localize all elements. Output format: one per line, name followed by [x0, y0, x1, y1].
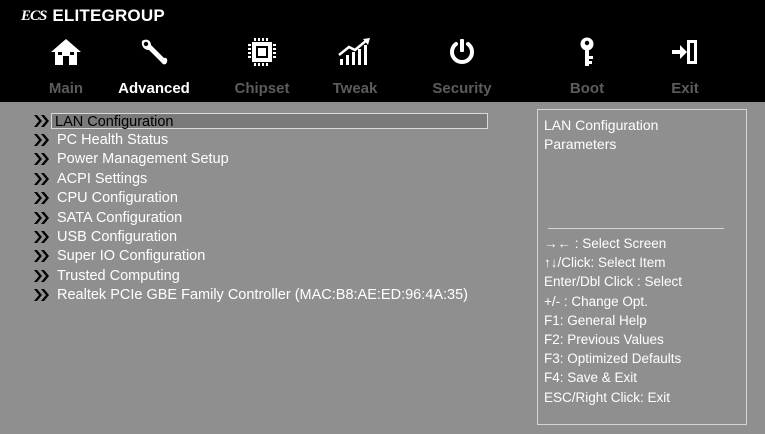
key-hint: ESC/Right Click: Exit: [544, 389, 671, 405]
double-chevron-icon: [33, 114, 53, 128]
double-chevron-icon: [33, 172, 53, 186]
tab-label: Boot: [569, 80, 605, 97]
key-hint: F2: Previous Values: [544, 332, 664, 348]
menu-item-label: Super IO Configuration: [57, 248, 206, 265]
double-chevron-icon: [33, 133, 53, 147]
double-chevron-icon: [33, 230, 53, 244]
tab-label: Main: [48, 80, 84, 97]
power-icon: [440, 32, 484, 72]
menu-item-pc-health-status[interactable]: PC Health Status: [33, 130, 513, 149]
menu-item-label: Realtek PCIe GBE Family Controller (MAC:…: [57, 287, 468, 304]
menu-item-super-io-configuration[interactable]: Super IO Configuration: [33, 247, 513, 266]
help-panel: LAN Configuration Parameters →← : Select…: [537, 109, 747, 425]
brand-name: ELITEGROUP: [52, 6, 165, 25]
menu-list: LAN Configuration PC Health Status Power…: [33, 111, 513, 305]
menu-item-sata-configuration[interactable]: SATA Configuration: [33, 208, 513, 227]
menu-item-label: Power Management Setup: [57, 151, 229, 168]
menu-item-trusted-computing[interactable]: Trusted Computing: [33, 266, 513, 285]
chip-icon: [240, 32, 284, 72]
tab-main[interactable]: Main: [28, 28, 104, 98]
double-chevron-icon: [33, 191, 53, 205]
tab-label: Chipset: [234, 80, 290, 97]
exit-icon: [663, 32, 707, 72]
menu-item-lan-configuration[interactable]: LAN Configuration: [33, 111, 513, 130]
help-description: LAN Configuration Parameters: [544, 117, 659, 152]
tab-boot[interactable]: Boot: [549, 28, 625, 98]
key-hint: F1: General Help: [544, 312, 647, 328]
key-hint: Enter/Dbl Click : Select: [544, 274, 683, 290]
menu-item-cpu-configuration[interactable]: CPU Configuration: [33, 189, 513, 208]
double-chevron-icon: [33, 249, 53, 263]
menu-item-label: Trusted Computing: [57, 267, 180, 284]
menu-item-label: SATA Configuration: [57, 209, 183, 226]
tab-security[interactable]: Security: [424, 28, 500, 98]
key-hint: +/- : Change Opt.: [544, 293, 648, 309]
key-hint: ↑↓/Click: Select Item: [544, 255, 666, 271]
menu-item-label: CPU Configuration: [57, 190, 178, 207]
key-icon: [565, 32, 609, 72]
menu-item-label: LAN Configuration: [51, 112, 488, 130]
menu-item-usb-configuration[interactable]: USB Configuration: [33, 227, 513, 246]
tab-label: Security: [432, 80, 492, 97]
tab-advanced[interactable]: Advanced: [116, 28, 192, 98]
tab-chipset[interactable]: Chipset: [224, 28, 300, 98]
key-hint: F3: Optimized Defaults: [544, 351, 682, 367]
menu-item-realtek-controller[interactable]: Realtek PCIe GBE Family Controller (MAC:…: [33, 286, 513, 305]
key-legend: →← : Select Screen ↑↓/Click: Select Item…: [544, 234, 682, 407]
home-icon: [44, 32, 88, 72]
menu-item-label: USB Configuration: [57, 229, 178, 246]
brand: ECS ELITEGROUP: [21, 5, 165, 27]
menu-item-label: PC Health Status: [57, 132, 169, 149]
content-panel: LAN Configuration PC Health Status Power…: [5, 102, 760, 426]
key-hint: F4: Save & Exit: [544, 370, 638, 386]
help-divider: [548, 228, 724, 229]
ecs-logo: ECS: [21, 7, 47, 24]
tab-tweak[interactable]: Tweak: [317, 28, 393, 98]
double-chevron-icon: [33, 211, 53, 225]
menu-item-acpi-settings[interactable]: ACPI Settings: [33, 169, 513, 188]
tab-label: Tweak: [332, 80, 378, 97]
tweak-chart-icon: [333, 32, 377, 72]
menu-item-label: ACPI Settings: [57, 170, 148, 187]
top-bar: ECS ELITEGROUP Main Advanced Chipset Twe…: [0, 0, 765, 102]
tab-exit[interactable]: Exit: [647, 28, 723, 98]
double-chevron-icon: [33, 152, 53, 166]
key-hint: →← : Select Screen: [544, 236, 667, 251]
double-chevron-icon: [33, 288, 53, 302]
tab-label: Advanced: [118, 80, 190, 97]
wrench-icon: [132, 32, 176, 72]
tab-label: Exit: [671, 80, 699, 97]
double-chevron-icon: [33, 269, 53, 283]
menu-item-power-management-setup[interactable]: Power Management Setup: [33, 150, 513, 169]
